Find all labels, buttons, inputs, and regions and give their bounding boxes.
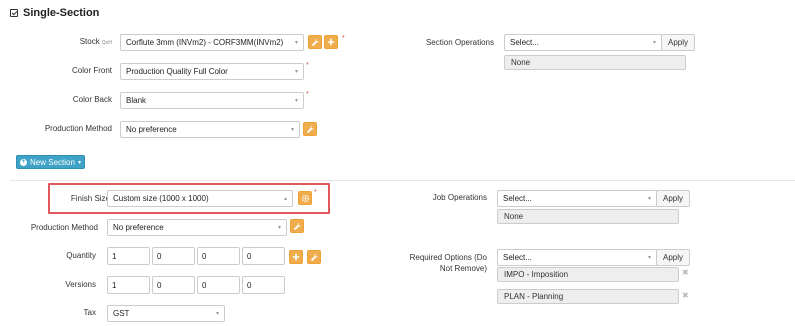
quantity-input-2[interactable]: 0 [152, 247, 195, 265]
job-production-method-select[interactable]: No preference ▾ [107, 219, 287, 236]
required-options-placeholder: Select... [503, 253, 532, 262]
new-section-button[interactable]: + New Section ▾ [16, 155, 85, 169]
chevron-down-icon: ▾ [647, 196, 651, 202]
quantity-input-3[interactable]: 0 [197, 247, 240, 265]
color-back-value: Blank [126, 96, 147, 105]
plus-icon [327, 38, 335, 46]
job-operations-selected: None [497, 209, 679, 224]
production-method-wrench-button[interactable] [303, 122, 317, 136]
plus-icon [292, 253, 300, 261]
wrench-icon [306, 125, 314, 133]
section-operations-selected: None [504, 55, 686, 70]
color-back-label: Color Back [72, 95, 112, 104]
versions-label: Versions [65, 280, 96, 289]
stock-wrench-button[interactable] [308, 35, 322, 49]
chevron-down-icon: ▾ [652, 40, 656, 46]
section-divider [10, 180, 795, 181]
color-front-select[interactable]: Production Quality Full Color ▾ [120, 63, 304, 80]
checkbox-icon[interactable] [10, 9, 18, 17]
job-operations-placeholder: Select... [503, 194, 532, 203]
section-header: Single-Section [10, 6, 99, 20]
wrench-icon [311, 38, 319, 46]
quantity-input-1[interactable]: 1 [107, 247, 150, 265]
tax-value: GST [113, 309, 130, 318]
quantity-add-button[interactable] [289, 250, 303, 264]
color-front-value: Production Quality Full Color [126, 67, 228, 76]
required-options-select[interactable]: Select... ▾ [497, 249, 657, 266]
required-star: * [306, 62, 309, 69]
qoh-label: QoH [101, 40, 112, 46]
required-option-tag: IMPO - Imposition [497, 267, 679, 282]
quantity-label: Quantity [66, 251, 96, 260]
wrench-icon [293, 222, 301, 230]
wrench-icon [310, 253, 318, 261]
new-section-label: New Section [30, 157, 75, 167]
job-production-method-label: Production Method [30, 223, 98, 232]
versions-input-1[interactable]: 1 [107, 276, 150, 294]
chevron-down-icon: ▾ [294, 40, 298, 46]
versions-input-3[interactable]: 0 [197, 276, 240, 294]
stock-select-value: Corflute 3mm (INVm2) - CORF3MM(INVm2) [126, 38, 284, 47]
tax-select[interactable]: GST ▾ [107, 305, 225, 322]
close-icon[interactable]: ✖ [682, 268, 689, 277]
required-options-label: Required Options (Do Not Remove) [380, 252, 487, 274]
required-star: * [342, 35, 345, 42]
production-method-select[interactable]: No preference ▾ [120, 121, 300, 138]
chevron-down-icon: ▾ [294, 69, 298, 75]
required-options-label-line2: Not Remove) [439, 264, 487, 273]
color-front-label: Color Front [71, 66, 112, 75]
quantity-input-4[interactable]: 0 [242, 247, 285, 265]
color-back-select[interactable]: Blank ▾ [120, 92, 304, 109]
production-method-label: Production Method [44, 124, 112, 133]
required-option-tag: PLAN - Planning [497, 289, 679, 304]
production-method-value: No preference [126, 125, 177, 134]
required-options-label-line1: Required Options (Do [409, 253, 487, 262]
chevron-down-icon: ▾ [77, 159, 81, 166]
versions-input-2[interactable]: 0 [152, 276, 195, 294]
job-production-method-wrench-button[interactable] [290, 219, 304, 233]
highlight-box [48, 183, 330, 214]
tax-label: Tax [83, 308, 96, 317]
chevron-down-icon: ▾ [277, 225, 281, 231]
chevron-down-icon: ▾ [215, 311, 219, 317]
section-operations-select[interactable]: Select... ▾ [504, 34, 662, 51]
section-operations-label: Section Operations [425, 38, 494, 47]
stock-label: Stock QoH [79, 37, 112, 46]
stock-add-button[interactable] [324, 35, 338, 49]
section-title: Single-Section [23, 7, 100, 19]
job-operations-label: Job Operations [432, 193, 487, 202]
chevron-down-icon: ▾ [290, 127, 294, 133]
versions-input-4[interactable]: 0 [242, 276, 285, 294]
required-star: * [306, 91, 309, 98]
required-options-apply-button[interactable]: Apply [656, 249, 691, 266]
section-operations-placeholder: Select... [510, 38, 539, 47]
quantity-wrench-button[interactable] [307, 250, 321, 264]
chevron-down-icon: ▾ [294, 98, 298, 104]
close-icon[interactable]: ✖ [682, 291, 689, 300]
chevron-down-icon: ▾ [647, 255, 651, 261]
plus-circle-icon: + [20, 158, 28, 166]
stock-select[interactable]: Corflute 3mm (INVm2) - CORF3MM(INVm2) ▾ [120, 34, 304, 51]
job-production-method-value: No preference [113, 223, 164, 232]
job-operations-select[interactable]: Select... ▾ [497, 190, 657, 207]
job-operations-apply-button[interactable]: Apply [656, 190, 691, 207]
section-operations-apply-button[interactable]: Apply [661, 34, 696, 51]
